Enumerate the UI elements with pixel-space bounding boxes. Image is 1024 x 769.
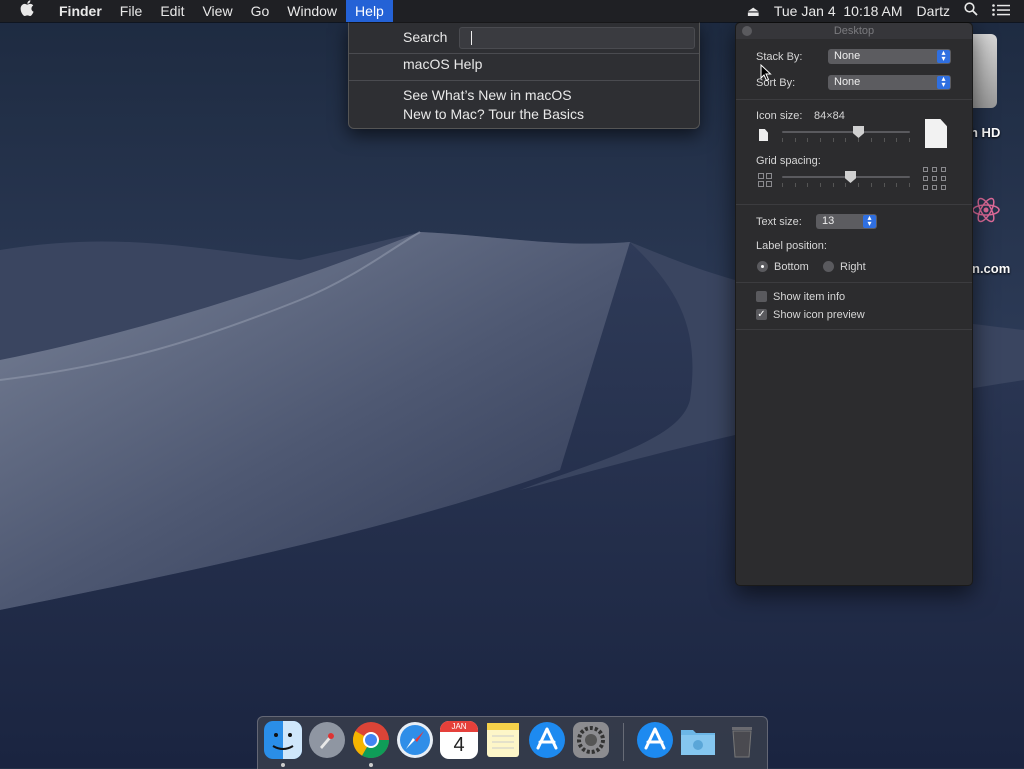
menu-bar: Finder File Edit View Go Window Help ⏏ T… — [0, 0, 1024, 22]
chevron-updown-icon: ▴ ▾ — [863, 214, 876, 228]
menu-file[interactable]: File — [111, 0, 152, 22]
menu-item-tour-basics[interactable]: New to Mac? Tour the Basics — [403, 106, 584, 122]
section-divider — [736, 329, 972, 330]
label-position-right-label[interactable]: Right — [840, 261, 866, 273]
menu-item-whats-new[interactable]: See What’s New in macOS — [403, 87, 572, 103]
section-divider — [736, 99, 972, 100]
large-grid-icon — [923, 167, 946, 190]
eject-icon[interactable]: ⏏ — [740, 0, 767, 22]
view-options-panel: Desktop Stack By: None ▴ ▾ Sort By: None … — [735, 22, 973, 586]
spotlight-search-icon[interactable] — [957, 0, 985, 22]
notification-center-icon[interactable] — [985, 0, 1024, 22]
hard-disk-icon[interactable] — [971, 34, 997, 108]
section-divider — [736, 282, 972, 283]
menu-item-macos-help[interactable]: macOS Help — [403, 56, 482, 72]
help-search-row: Search — [349, 24, 699, 52]
safari-icon[interactable] — [396, 721, 434, 759]
grid-spacing-label: Grid spacing: — [756, 155, 821, 167]
text-size-value: 13 — [822, 215, 835, 227]
menu-edit[interactable]: Edit — [151, 0, 193, 22]
clock[interactable]: Tue Jan 4 10:18 AM — [767, 0, 910, 22]
applications-folder-icon[interactable] — [636, 721, 674, 759]
running-indicator — [369, 763, 373, 767]
user-menu[interactable]: Dartz — [910, 0, 957, 22]
system-preferences-icon[interactable] — [572, 721, 610, 759]
atom-app-icon[interactable] — [972, 172, 1002, 242]
panel-title: Desktop — [833, 25, 875, 37]
calendar-icon[interactable]: JAN 4 — [440, 721, 478, 759]
help-menu-dropdown: Search macOS Help See What’s New in macO… — [348, 22, 700, 129]
status-area: ⏏ Tue Jan 4 10:18 AM Dartz — [740, 0, 1024, 22]
menu-finder[interactable]: Finder — [50, 0, 111, 22]
show-icon-preview-label[interactable]: Show icon preview — [773, 309, 865, 321]
launchpad-icon[interactable] — [308, 721, 346, 759]
show-icon-preview-checkbox[interactable]: ✓ — [756, 309, 767, 320]
grid-spacing-slider-knob[interactable] — [845, 171, 856, 183]
icon-size-slider[interactable] — [782, 131, 910, 133]
label-position-bottom-radio[interactable] — [757, 261, 768, 272]
text-size-popup[interactable]: 13 ▴ ▾ — [816, 214, 877, 229]
trash-icon[interactable] — [723, 721, 761, 759]
section-divider — [736, 204, 972, 205]
menu-separator — [349, 80, 699, 81]
menu-window[interactable]: Window — [278, 0, 346, 22]
small-grid-icon — [758, 173, 772, 187]
mouse-cursor-icon — [760, 64, 772, 82]
icon-size-value: 84×84 — [814, 110, 845, 122]
sort-by-popup[interactable]: None ▴ ▾ — [828, 75, 951, 90]
stack-by-popup[interactable]: None ▴ ▾ — [828, 49, 951, 64]
label-position-right-radio[interactable] — [823, 261, 834, 272]
notes-icon[interactable] — [484, 721, 522, 759]
app-store-icon[interactable] — [528, 721, 566, 759]
icon-size-label: Icon size: — [756, 110, 803, 122]
app-icon-label[interactable]: n.com — [972, 261, 1010, 276]
close-icon[interactable] — [742, 26, 752, 36]
large-document-icon — [925, 119, 947, 148]
finder-icon[interactable] — [264, 721, 302, 759]
stack-by-label: Stack By: — [756, 51, 803, 63]
help-search-input[interactable] — [459, 27, 695, 49]
hard-disk-label[interactable]: h HD — [970, 125, 1000, 140]
text-size-label: Text size: — [756, 216, 802, 228]
downloads-folder-icon[interactable] — [679, 721, 717, 759]
dock-divider — [623, 723, 624, 761]
running-indicator — [281, 763, 285, 767]
sort-by-value: None — [834, 76, 861, 88]
dock: JAN 4 — [257, 716, 768, 769]
show-item-info-checkbox[interactable] — [756, 291, 767, 302]
icon-size-slider-knob[interactable] — [853, 126, 864, 138]
menu-separator — [349, 53, 699, 54]
panel-titlebar: Desktop — [736, 23, 972, 39]
menu-view[interactable]: View — [193, 0, 241, 22]
slider-ticks — [782, 138, 910, 142]
text-caret — [471, 31, 472, 45]
chrome-icon[interactable] — [352, 721, 390, 759]
menu-help[interactable]: Help — [346, 0, 393, 22]
label-position-bottom-label[interactable]: Bottom — [774, 261, 809, 273]
show-item-info-label[interactable]: Show item info — [773, 291, 845, 303]
help-search-label: Search — [403, 29, 448, 45]
menu-go[interactable]: Go — [242, 0, 279, 22]
chevron-updown-icon: ▴ ▾ — [937, 49, 950, 63]
stack-by-value: None — [834, 50, 861, 62]
calendar-month: JAN — [440, 721, 478, 732]
label-position-label: Label position: — [756, 240, 827, 252]
apple-menu-icon[interactable] — [0, 0, 50, 22]
small-document-icon — [759, 129, 768, 141]
slider-ticks — [782, 183, 910, 187]
calendar-day: 4 — [453, 734, 465, 756]
chevron-updown-icon: ▴ ▾ — [937, 75, 950, 89]
